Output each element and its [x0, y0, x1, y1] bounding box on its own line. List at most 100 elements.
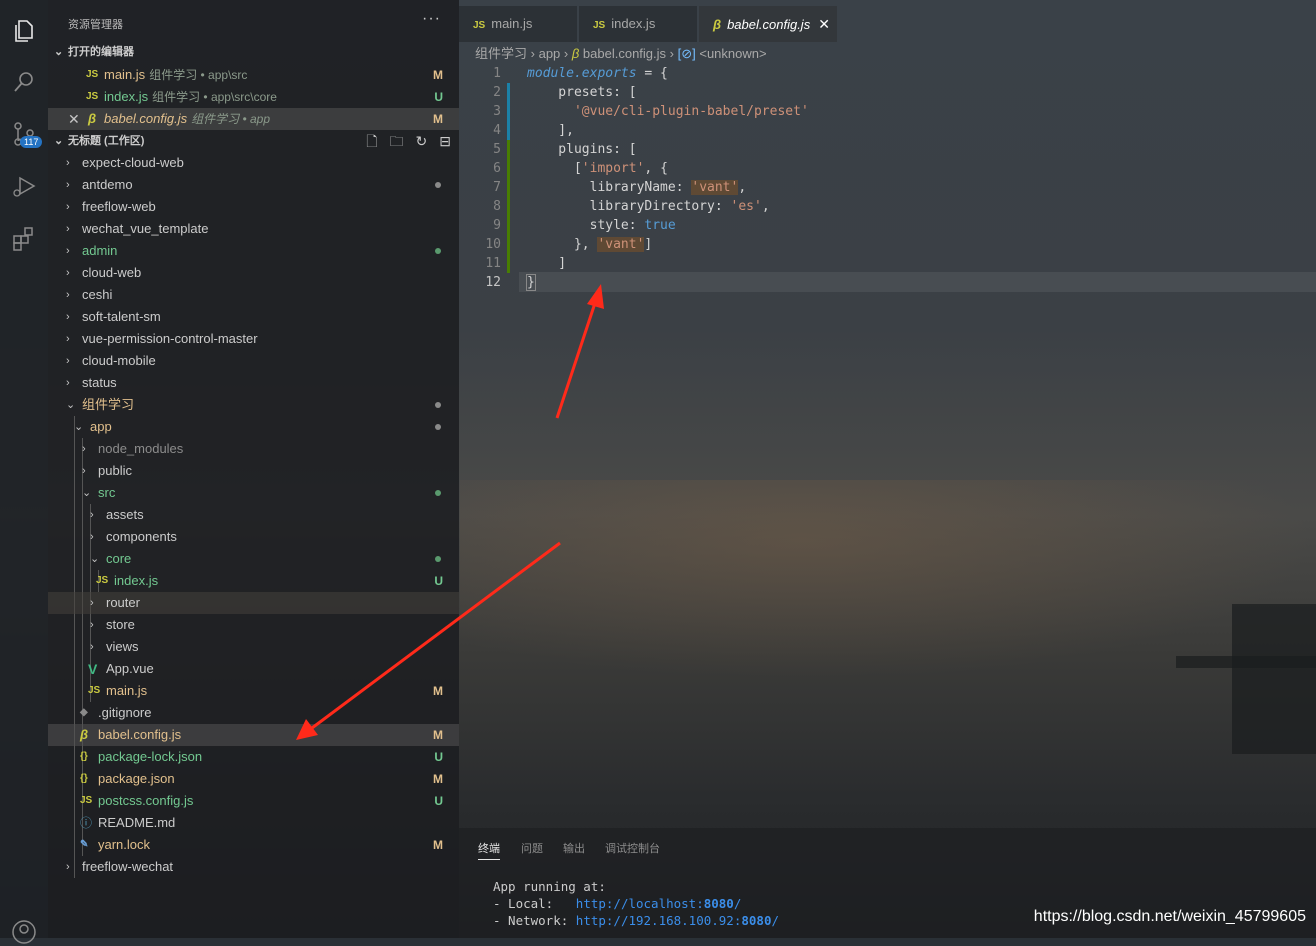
file-item[interactable]: V App.vue: [48, 658, 459, 680]
file-item[interactable]: JS postcss.config.js U: [48, 790, 459, 812]
files-icon[interactable]: [10, 16, 38, 44]
folder-item[interactable]: › soft-talent-sm: [48, 306, 459, 328]
open-editor-item[interactable]: JS index.js 组件学习 • app\src\core U: [48, 86, 459, 108]
refresh-icon[interactable]: ↻: [416, 130, 428, 152]
new-folder-icon[interactable]: 🗀: [390, 130, 404, 152]
folder-item-expanded[interactable]: ⌄ app: [48, 416, 459, 438]
code-token: '@vue/cli-plugin-babel/preset': [573, 104, 809, 119]
file-item[interactable]: JS index.js U: [48, 570, 459, 592]
code-line: ]: [527, 254, 566, 273]
run-debug-icon[interactable]: [10, 172, 38, 200]
file-name: .gitignore: [98, 705, 152, 720]
new-file-icon[interactable]: 🗋: [366, 130, 377, 152]
workspace-header[interactable]: ⌄ 无标题 (工作区) 🗋 🗀 ↻ ⊟: [48, 130, 459, 152]
open-editors-label: 打开的编辑器: [68, 46, 134, 58]
file-item[interactable]: {} package.json M: [48, 768, 459, 790]
file-item-selected[interactable]: β babel.config.js M: [48, 724, 459, 746]
extensions-icon[interactable]: [10, 224, 38, 252]
chevron-right-icon: ›: [82, 443, 86, 455]
folder-item-expanded[interactable]: ⌄ src: [48, 482, 459, 504]
more-actions-button[interactable]: ···: [422, 10, 441, 28]
open-editor-name: index.js: [104, 89, 149, 104]
close-icon[interactable]: ✕: [68, 108, 80, 130]
folder-item[interactable]: › assets: [48, 504, 459, 526]
chevron-right-icon: ›: [563, 46, 572, 61]
open-editor-item[interactable]: JS main.js 组件学习 • app\src M: [48, 64, 459, 86]
line-number: 9: [493, 218, 501, 233]
terminal-link[interactable]: http://192.168.100.92:: [576, 913, 742, 928]
code-token: 'import': [581, 161, 645, 176]
folder-item[interactable]: › antdemo: [48, 174, 459, 196]
js-file-icon: JS: [96, 575, 109, 586]
folder-item[interactable]: › cloud-web: [48, 262, 459, 284]
search-icon[interactable]: [10, 68, 38, 96]
breadcrumb-item[interactable]: <unknown>: [699, 46, 766, 61]
code-line: libraryDirectory: 'es',: [527, 197, 770, 216]
account-icon[interactable]: [10, 918, 38, 946]
tab-output[interactable]: 输出: [563, 840, 585, 856]
folder-name: app: [90, 419, 112, 434]
terminal-text: App running at:: [493, 879, 606, 894]
tab-main-js[interactable]: JS main.js: [459, 6, 577, 42]
collapse-all-icon[interactable]: ⊟: [439, 130, 451, 152]
line-number: 6: [493, 161, 501, 176]
folder-item[interactable]: › admin: [48, 240, 459, 262]
info-icon: ⓘ: [80, 816, 93, 830]
folder-item[interactable]: › vue-permission-control-master: [48, 328, 459, 350]
chevron-right-icon: ›: [66, 267, 70, 279]
tab-terminal[interactable]: 终端: [478, 840, 500, 860]
close-icon[interactable]: ✕: [818, 16, 830, 32]
folder-name: src: [98, 485, 116, 500]
folder-name: 组件学习: [82, 397, 135, 412]
tab-problems[interactable]: 问题: [521, 840, 543, 856]
folder-item[interactable]: › ceshi: [48, 284, 459, 306]
folder-item[interactable]: › freeflow-wechat: [48, 856, 459, 878]
terminal-port: 8080: [703, 896, 734, 911]
tab-label: main.js: [491, 16, 533, 31]
folder-item[interactable]: › wechat_vue_template: [48, 218, 459, 240]
breadcrumb-item[interactable]: 组件学习: [475, 46, 527, 61]
file-item[interactable]: ◆ .gitignore: [48, 702, 459, 724]
open-editor-item-active[interactable]: ✕ β babel.config.js 组件学习 • app M: [48, 108, 459, 130]
folder-item[interactable]: › public: [48, 460, 459, 482]
explorer-sidebar: 资源管理器 ··· ⌄ 打开的编辑器 JS main.js 组件学习 • app\…: [48, 0, 459, 938]
line-number: 7: [493, 180, 501, 195]
line-number: 4: [493, 123, 501, 138]
folder-item[interactable]: › views: [48, 636, 459, 658]
folder-item[interactable]: › node_modules: [48, 438, 459, 460]
file-item[interactable]: ⓘ README.md: [48, 812, 459, 834]
editor-tab-bar: JS main.js JS index.js β babel.config.js ✕: [459, 0, 1316, 42]
file-item[interactable]: ✎ yarn.lock M: [48, 834, 459, 856]
tab-babel-config[interactable]: β babel.config.js ✕: [699, 6, 837, 42]
code-token: ,: [761, 199, 770, 214]
folder-item[interactable]: › cloud-mobile: [48, 350, 459, 372]
folder-item-expanded[interactable]: ⌄ 组件学习: [48, 394, 459, 416]
bench-seat-silhouette: [1176, 656, 1316, 668]
folder-name: freeflow-web: [82, 199, 156, 214]
folder-item-expanded[interactable]: ⌄ core: [48, 548, 459, 570]
file-item[interactable]: JS main.js M: [48, 680, 459, 702]
open-editors-header[interactable]: ⌄ 打开的编辑器: [48, 41, 459, 63]
code-line: ],: [527, 121, 574, 140]
folder-item-hovered[interactable]: › router: [48, 592, 459, 614]
tab-debug-console[interactable]: 调试控制台: [605, 840, 660, 856]
folder-name: store: [106, 617, 135, 632]
code-editor[interactable]: 1 2 3 4 5 6 7 8 9 10 11 12 module.export…: [459, 64, 1316, 304]
folder-item[interactable]: › status: [48, 372, 459, 394]
breadcrumb-item[interactable]: babel.config.js: [583, 46, 666, 61]
json-file-icon: {}: [80, 773, 88, 784]
open-editor-path: 组件学习 • app\src\core: [152, 90, 277, 104]
code-line: '@vue/cli-plugin-babel/preset': [527, 102, 809, 121]
folder-item[interactable]: › components: [48, 526, 459, 548]
folder-item[interactable]: › expect-cloud-web: [48, 152, 459, 174]
tab-index-js[interactable]: JS index.js: [579, 6, 697, 42]
untracked-dot: [435, 248, 441, 254]
folder-name: core: [106, 551, 132, 566]
breadcrumb-item[interactable]: app: [539, 46, 561, 61]
folder-name: freeflow-wechat: [82, 859, 174, 874]
terminal-link[interactable]: http://localhost:: [576, 896, 704, 911]
folder-item[interactable]: › freeflow-web: [48, 196, 459, 218]
folder-item[interactable]: › store: [48, 614, 459, 636]
file-item[interactable]: {} package-lock.json U: [48, 746, 459, 768]
code-token: module.exports: [527, 66, 637, 81]
